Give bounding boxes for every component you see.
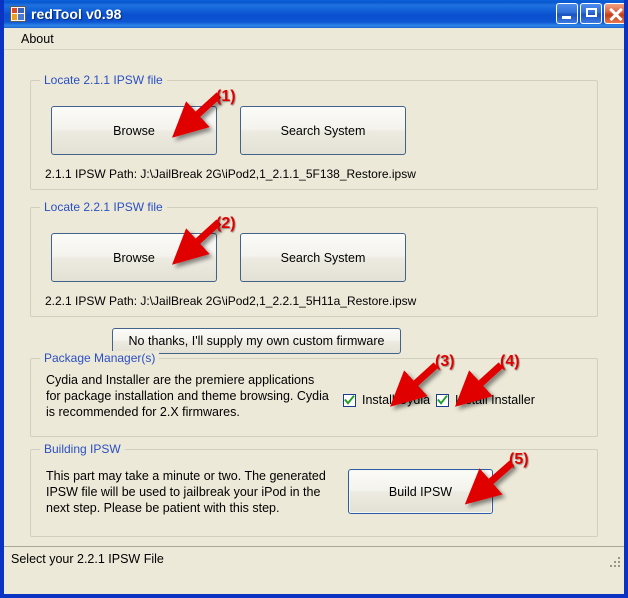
menu-item-about[interactable]: About bbox=[13, 30, 62, 48]
group-building-ipsw-label: Building IPSW bbox=[40, 442, 125, 456]
path-text-211: 2.1.1 IPSW Path: J:\JailBreak 2G\iPod2,1… bbox=[45, 167, 416, 181]
package-manager-description: Cydia and Installer are the premiere app… bbox=[46, 373, 329, 419]
window-title: redTool v0.98 bbox=[31, 6, 122, 22]
checkmark-icon bbox=[436, 393, 449, 407]
building-ipsw-description: This part may take a minute or two. The … bbox=[46, 469, 326, 515]
resize-grip[interactable] bbox=[608, 555, 622, 569]
group-package-manager-label: Package Manager(s) bbox=[40, 351, 160, 365]
install-installer-label: Install Installer bbox=[455, 393, 535, 407]
client-area: Locate 2.1.1 IPSW file Browse Search Sys… bbox=[4, 50, 624, 570]
application-form-icon bbox=[10, 6, 26, 22]
application-window: redTool v0.98 About Locate 2.1.1 IPSW fi… bbox=[0, 0, 628, 598]
build-ipsw-button[interactable]: Build IPSW bbox=[348, 469, 493, 514]
browse-211-button[interactable]: Browse bbox=[51, 106, 217, 155]
install-installer-checkbox[interactable]: Install Installer bbox=[436, 393, 535, 407]
group-locate-221-label: Locate 2.2.1 IPSW file bbox=[40, 200, 167, 214]
minimize-button[interactable] bbox=[556, 3, 578, 24]
install-cydia-checkbox[interactable]: Install Cydia bbox=[343, 393, 430, 407]
title-bar: redTool v0.98 bbox=[4, 0, 624, 28]
window-controls bbox=[556, 3, 624, 24]
path-text-221: 2.2.1 IPSW Path: J:\JailBreak 2G\iPod2,1… bbox=[45, 294, 417, 308]
search-system-211-button[interactable]: Search System bbox=[240, 106, 406, 155]
search-system-221-button[interactable]: Search System bbox=[240, 233, 406, 282]
menu-bar: About bbox=[4, 28, 624, 50]
group-locate-211-label: Locate 2.1.1 IPSW file bbox=[40, 73, 167, 87]
checkmark-icon bbox=[343, 393, 356, 407]
maximize-button[interactable] bbox=[580, 3, 602, 24]
install-cydia-label: Install Cydia bbox=[362, 393, 431, 407]
status-text: Select your 2.2.1 IPSW File bbox=[11, 551, 164, 566]
status-bar: Select your 2.2.1 IPSW File bbox=[4, 546, 624, 570]
browse-221-button[interactable]: Browse bbox=[51, 233, 217, 282]
close-button[interactable] bbox=[604, 3, 624, 24]
